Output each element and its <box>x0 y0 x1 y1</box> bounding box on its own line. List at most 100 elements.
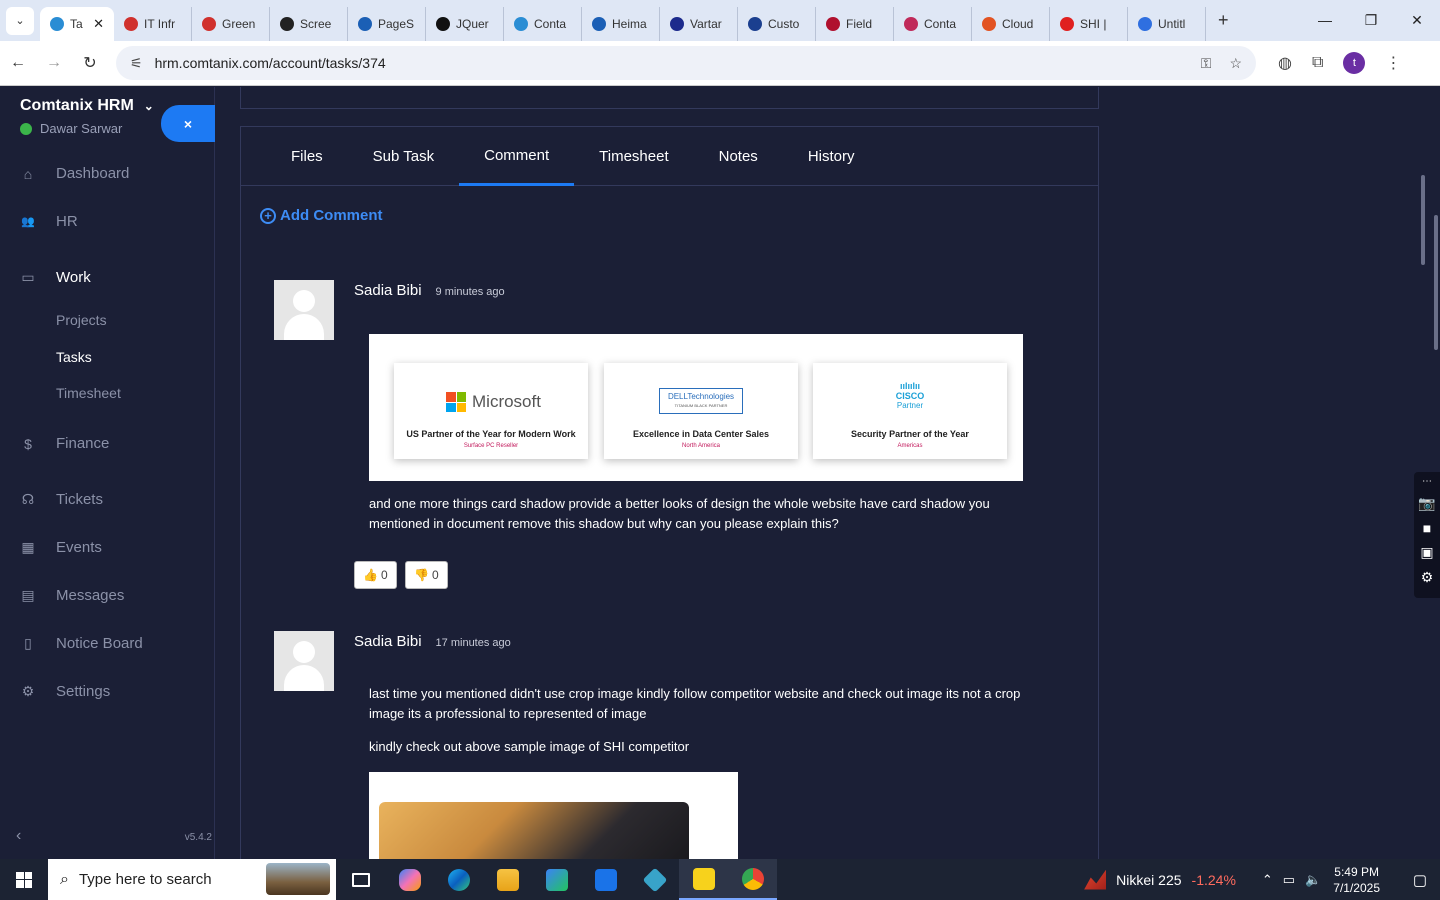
sidebar-item-dashboard[interactable]: ⌂ Dashboard <box>20 165 130 182</box>
sidebar-subitem-timesheet[interactable]: Timesheet <box>56 385 121 401</box>
browser-tab[interactable]: Heima <box>582 7 660 41</box>
sidebar-item-hr[interactable]: 👥 HR <box>20 213 78 230</box>
tab-files[interactable]: Files <box>266 127 348 186</box>
comment-attachment-image[interactable]: Microsoft US Partner of the Year for Mod… <box>369 334 1023 481</box>
reload-icon[interactable]: ↻ <box>72 53 108 73</box>
award-subcaption: North America <box>681 443 720 449</box>
browser-tab[interactable]: Cloud <box>972 7 1050 41</box>
browser-tab[interactable]: Ta ✕ <box>40 7 114 41</box>
browser-tab[interactable]: SHI | <box>1050 7 1128 41</box>
browser-tab[interactable]: Untitl <box>1128 7 1206 41</box>
tab-notes[interactable]: Notes <box>694 127 783 186</box>
sidebar-item-label: Work <box>56 269 91 286</box>
tab-label: Heima <box>612 17 647 31</box>
close-window-icon[interactable]: ✕ <box>1394 0 1440 40</box>
settings-gear-icon[interactable]: ⚙ <box>1421 569 1434 586</box>
browser-tab[interactable]: Conta <box>504 7 582 41</box>
tab-history[interactable]: History <box>783 127 880 186</box>
tab-search-button[interactable]: ⌄ <box>6 6 34 35</box>
tab-favicon-icon <box>1138 17 1152 31</box>
network-icon[interactable]: ▭ <box>1283 872 1295 888</box>
plus-circle-icon: + <box>260 207 276 224</box>
scrollbar-thumb[interactable] <box>1421 175 1425 265</box>
edge-icon[interactable] <box>434 859 483 900</box>
translate-icon[interactable]: ◍ <box>1278 53 1292 73</box>
volume-icon[interactable]: 🔈 <box>1305 872 1321 888</box>
browser-tab[interactable]: Vartar <box>660 7 738 41</box>
taskbar-clock[interactable]: 5:49 PM 7/1/2025 <box>1333 864 1380 896</box>
restore-icon[interactable]: ❐ <box>1348 0 1394 40</box>
taskbar-search[interactable]: ⌕ Type here to search <box>48 859 336 900</box>
back-icon[interactable]: ← <box>0 54 36 72</box>
site-settings-icon[interactable]: ⚟ <box>130 55 143 72</box>
url-field[interactable]: ⚟ hrm.comtanix.com/account/tasks/374 ⚿ ☆ <box>116 46 1256 80</box>
tab-timesheet[interactable]: Timesheet <box>574 127 693 186</box>
notifications-icon[interactable]: ▢ <box>1400 871 1440 889</box>
tab-comment[interactable]: Comment <box>459 127 575 186</box>
stock-name[interactable]: Nikkei 225 <box>1116 872 1181 888</box>
close-sidebar-button[interactable]: × <box>161 105 215 142</box>
chevron-down-icon[interactable]: ⌄ <box>144 99 154 113</box>
browser-tab[interactable]: Green <box>192 7 270 41</box>
sidebar-item-settings[interactable]: ⚙ Settings <box>20 683 110 700</box>
sidebar-item-finance[interactable]: $ Finance <box>20 435 109 452</box>
camera-icon[interactable]: 📷 <box>1418 495 1435 512</box>
browser-tab[interactable]: PageS <box>348 7 426 41</box>
sidebar-item-label: Messages <box>56 587 125 604</box>
menu-kebab-icon[interactable]: ⋮ <box>1385 53 1401 73</box>
window-icon[interactable]: ▣ <box>1420 544 1433 561</box>
sidebar-item-tickets[interactable]: ☊ Tickets <box>20 491 103 508</box>
browser-tab[interactable]: Scree <box>270 7 348 41</box>
collapse-sidebar-icon[interactable]: ‹ <box>16 827 21 845</box>
minimize-icon[interactable]: — <box>1302 0 1348 40</box>
mail-icon[interactable] <box>581 859 630 900</box>
browser-tab[interactable]: JQuer <box>426 7 504 41</box>
clock-time: 5:49 PM <box>1334 864 1379 879</box>
dev-app-icon[interactable] <box>630 859 679 900</box>
dislike-button[interactable]: 👎 0 <box>405 561 448 589</box>
sidebar-item-work[interactable]: ▭ Work <box>20 269 91 286</box>
scrollbar-thumb-outer[interactable] <box>1434 215 1438 350</box>
sidebar-subitem-tasks[interactable]: Tasks <box>56 349 92 365</box>
browser-tab[interactable]: Conta <box>894 7 972 41</box>
sidebar-item-messages[interactable]: ▤ Messages <box>20 587 124 604</box>
new-tab-button[interactable]: + <box>1218 10 1229 31</box>
tab-favicon-icon <box>748 17 762 31</box>
sidebar-item-events[interactable]: ▦ Events <box>20 539 101 556</box>
comment-attachment-image[interactable] <box>369 772 738 859</box>
stock-change: -1.24% <box>1191 871 1236 888</box>
tab-favicon-icon <box>514 17 528 31</box>
file-explorer-icon[interactable] <box>483 859 532 900</box>
add-comment-link[interactable]: + Add Comment <box>260 207 383 224</box>
start-button[interactable] <box>0 859 48 900</box>
like-button[interactable]: 👍 0 <box>354 561 397 589</box>
comment-text-secondary: kindly check out above sample image of S… <box>369 739 690 754</box>
more-icon[interactable]: ⋯ <box>1422 476 1432 487</box>
brand-title[interactable]: Comtanix HRM ⌄ <box>20 97 154 115</box>
tab-sub-task[interactable]: Sub Task <box>348 127 459 186</box>
dollar-icon: $ <box>24 435 32 452</box>
browser-tab[interactable]: Field <box>816 7 894 41</box>
comment-author: Sadia Bibi 9 minutes ago <box>354 282 505 299</box>
task-view-icon[interactable] <box>336 859 385 900</box>
profile-avatar[interactable]: t <box>1343 52 1366 74</box>
sticky-notes-icon[interactable] <box>679 859 728 900</box>
extensions-icon[interactable]: ⧉ <box>1312 54 1323 72</box>
chrome-icon[interactable] <box>728 859 777 900</box>
close-tab-icon[interactable]: ✕ <box>93 16 104 32</box>
browser-tab[interactable]: IT Infr <box>114 7 192 41</box>
password-key-icon[interactable]: ⚿ <box>1201 55 1212 72</box>
app-version: v5.4.2 <box>184 832 212 843</box>
copilot-icon[interactable] <box>385 859 434 900</box>
brand-label: Comtanix HRM <box>20 97 134 114</box>
store-icon[interactable] <box>532 859 581 900</box>
video-icon[interactable]: ■ <box>1423 520 1431 536</box>
tray-chevron-up-icon[interactable]: ⌃ <box>1262 872 1273 888</box>
bookmark-star-icon[interactable]: ☆ <box>1229 55 1242 72</box>
forward-icon[interactable]: → <box>36 54 72 72</box>
tab-label: Field <box>846 17 873 31</box>
comment-author: Sadia Bibi 17 minutes ago <box>354 633 511 650</box>
sidebar-item-notice-board[interactable]: ▯ Notice Board <box>20 635 143 652</box>
browser-tab[interactable]: Custo <box>738 7 816 41</box>
sidebar-subitem-projects[interactable]: Projects <box>56 312 107 328</box>
